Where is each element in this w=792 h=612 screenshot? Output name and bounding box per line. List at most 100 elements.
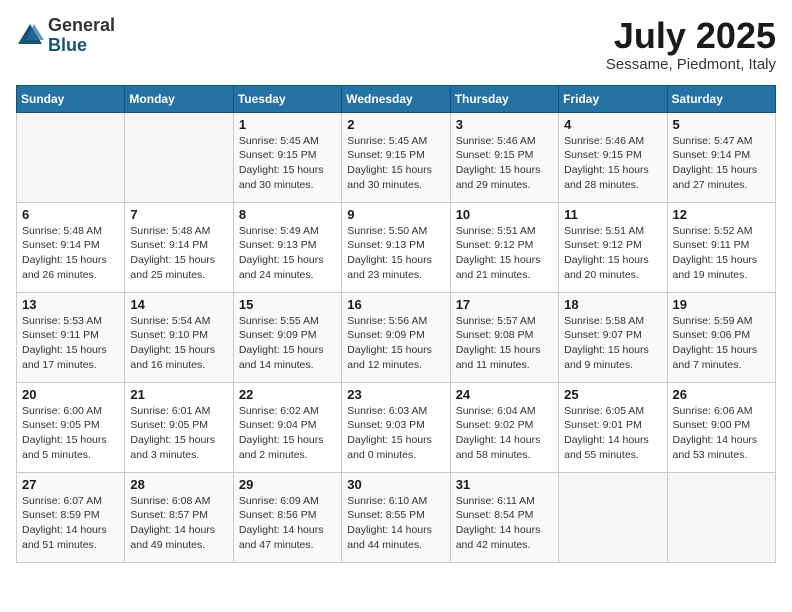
day-detail: Sunrise: 6:02 AM Sunset: 9:04 PM Dayligh… [239, 404, 336, 463]
day-detail: Sunrise: 6:01 AM Sunset: 9:05 PM Dayligh… [130, 404, 227, 463]
calendar-cell: 17 Sunrise: 5:57 AM Sunset: 9:08 PM Dayli… [450, 292, 558, 382]
day-number: 17 [456, 297, 553, 312]
logo-general: General [48, 16, 115, 36]
calendar-cell: 28 Sunrise: 6:08 AM Sunset: 8:57 PM Dayli… [125, 472, 233, 562]
day-detail: Sunrise: 5:55 AM Sunset: 9:09 PM Dayligh… [239, 314, 336, 373]
calendar-cell: 7 Sunrise: 5:48 AM Sunset: 9:14 PM Daylig… [125, 202, 233, 292]
day-number: 12 [673, 207, 770, 222]
calendar-cell: 15Sunrise: 5:55 AM Sunset: 9:09 PM Dayli… [233, 292, 341, 382]
day-detail: Sunrise: 6:10 AM Sunset: 8:55 PM Dayligh… [347, 494, 444, 553]
logo-blue: Blue [48, 36, 115, 56]
calendar-cell: 27Sunrise: 6:07 AM Sunset: 8:59 PM Dayli… [17, 472, 125, 562]
title-area: July 2025 Sessame, Piedmont, Italy [606, 16, 776, 73]
calendar-cell: 23 Sunrise: 6:03 AM Sunset: 9:03 PM Dayli… [342, 382, 450, 472]
calendar-cell: 16 Sunrise: 5:56 AM Sunset: 9:09 PM Dayli… [342, 292, 450, 382]
header-row: Sunday Monday Tuesday Wednesday Thursday… [17, 85, 776, 112]
day-number: 23 [347, 387, 444, 402]
day-number: 2 [347, 117, 444, 132]
day-detail: Sunrise: 6:11 AM Sunset: 8:54 PM Dayligh… [456, 494, 553, 553]
calendar-cell: 13Sunrise: 5:53 AM Sunset: 9:11 PM Dayli… [17, 292, 125, 382]
day-detail: Sunrise: 5:47 AM Sunset: 9:14 PM Dayligh… [673, 134, 770, 193]
day-detail: Sunrise: 5:46 AM Sunset: 9:15 PM Dayligh… [564, 134, 661, 193]
logo-icon [16, 22, 44, 50]
calendar-cell: 2 Sunrise: 5:45 AM Sunset: 9:15 PM Daylig… [342, 112, 450, 202]
day-number: 16 [347, 297, 444, 312]
day-number: 4 [564, 117, 661, 132]
day-number: 3 [456, 117, 553, 132]
day-number: 25 [564, 387, 661, 402]
col-tuesday: Tuesday [233, 85, 341, 112]
day-detail: Sunrise: 6:08 AM Sunset: 8:57 PM Dayligh… [130, 494, 227, 553]
day-detail: Sunrise: 5:58 AM Sunset: 9:07 PM Dayligh… [564, 314, 661, 373]
day-detail: Sunrise: 5:45 AM Sunset: 9:15 PM Dayligh… [347, 134, 444, 193]
day-detail: Sunrise: 5:59 AM Sunset: 9:06 PM Dayligh… [673, 314, 770, 373]
day-number: 1 [239, 117, 336, 132]
calendar-body: 1 Sunrise: 5:45 AM Sunset: 9:15 PM Daylig… [17, 112, 776, 562]
day-number: 24 [456, 387, 553, 402]
calendar-cell: 26 Sunrise: 6:06 AM Sunset: 9:00 PM Dayli… [667, 382, 775, 472]
day-number: 22 [239, 387, 336, 402]
day-detail: Sunrise: 5:48 AM Sunset: 9:14 PM Dayligh… [22, 224, 119, 283]
calendar-cell: 8 Sunrise: 5:49 AM Sunset: 9:13 PM Daylig… [233, 202, 341, 292]
day-number: 10 [456, 207, 553, 222]
day-detail: Sunrise: 5:48 AM Sunset: 9:14 PM Dayligh… [130, 224, 227, 283]
day-detail: Sunrise: 6:06 AM Sunset: 9:00 PM Dayligh… [673, 404, 770, 463]
calendar-cell [125, 112, 233, 202]
month-title: July 2025 [606, 16, 776, 56]
day-detail: Sunrise: 6:03 AM Sunset: 9:03 PM Dayligh… [347, 404, 444, 463]
day-number: 28 [130, 477, 227, 492]
day-number: 30 [347, 477, 444, 492]
day-number: 11 [564, 207, 661, 222]
day-number: 21 [130, 387, 227, 402]
day-detail: Sunrise: 5:51 AM Sunset: 9:12 PM Dayligh… [456, 224, 553, 283]
calendar-cell: 1Sunrise: 5:45 AM Sunset: 9:15 PM Daylig… [233, 112, 341, 202]
calendar-cell: 30 Sunrise: 6:10 AM Sunset: 8:55 PM Dayli… [342, 472, 450, 562]
day-number: 6 [22, 207, 119, 222]
day-detail: Sunrise: 6:09 AM Sunset: 8:56 PM Dayligh… [239, 494, 336, 553]
day-number: 7 [130, 207, 227, 222]
day-number: 8 [239, 207, 336, 222]
day-detail: Sunrise: 5:56 AM Sunset: 9:09 PM Dayligh… [347, 314, 444, 373]
logo-text: General Blue [48, 16, 115, 56]
col-thursday: Thursday [450, 85, 558, 112]
col-sunday: Sunday [17, 85, 125, 112]
calendar-cell: 9Sunrise: 5:50 AM Sunset: 9:13 PM Daylig… [342, 202, 450, 292]
calendar-cell [559, 472, 667, 562]
calendar-cell: 19 Sunrise: 5:59 AM Sunset: 9:06 PM Dayli… [667, 292, 775, 382]
calendar-header: Sunday Monday Tuesday Wednesday Thursday… [17, 85, 776, 112]
calendar-cell: 31 Sunrise: 6:11 AM Sunset: 8:54 PM Dayli… [450, 472, 558, 562]
day-number: 26 [673, 387, 770, 402]
day-number: 31 [456, 477, 553, 492]
day-detail: Sunrise: 6:04 AM Sunset: 9:02 PM Dayligh… [456, 404, 553, 463]
logo: General Blue [16, 16, 115, 56]
calendar-cell: 12 Sunrise: 5:52 AM Sunset: 9:11 PM Dayli… [667, 202, 775, 292]
calendar-cell: 25 Sunrise: 6:05 AM Sunset: 9:01 PM Dayli… [559, 382, 667, 472]
day-number: 29 [239, 477, 336, 492]
calendar-cell: 29 Sunrise: 6:09 AM Sunset: 8:56 PM Dayli… [233, 472, 341, 562]
day-detail: Sunrise: 6:05 AM Sunset: 9:01 PM Dayligh… [564, 404, 661, 463]
page-header: General Blue July 2025 Sessame, Piedmont… [16, 16, 776, 73]
calendar-cell: 21 Sunrise: 6:01 AM Sunset: 9:05 PM Dayli… [125, 382, 233, 472]
day-detail: Sunrise: 5:57 AM Sunset: 9:08 PM Dayligh… [456, 314, 553, 373]
day-number: 27 [22, 477, 119, 492]
calendar-week-5: 27Sunrise: 6:07 AM Sunset: 8:59 PM Dayli… [17, 472, 776, 562]
day-detail: Sunrise: 5:49 AM Sunset: 9:13 PM Dayligh… [239, 224, 336, 283]
day-detail: Sunrise: 5:54 AM Sunset: 9:10 PM Dayligh… [130, 314, 227, 373]
calendar-table: Sunday Monday Tuesday Wednesday Thursday… [16, 85, 776, 563]
col-wednesday: Wednesday [342, 85, 450, 112]
calendar-cell: 4 Sunrise: 5:46 AM Sunset: 9:15 PM Daylig… [559, 112, 667, 202]
calendar-week-1: 1 Sunrise: 5:45 AM Sunset: 9:15 PM Daylig… [17, 112, 776, 202]
day-number: 5 [673, 117, 770, 132]
day-detail: Sunrise: 5:51 AM Sunset: 9:12 PM Dayligh… [564, 224, 661, 283]
calendar-cell [667, 472, 775, 562]
col-saturday: Saturday [667, 85, 775, 112]
subtitle: Sessame, Piedmont, Italy [606, 56, 776, 73]
col-friday: Friday [559, 85, 667, 112]
day-number: 19 [673, 297, 770, 312]
col-monday: Monday [125, 85, 233, 112]
day-number: 20 [22, 387, 119, 402]
day-number: 14 [130, 297, 227, 312]
calendar-cell: 5 Sunrise: 5:47 AM Sunset: 9:14 PM Daylig… [667, 112, 775, 202]
day-detail: Sunrise: 5:52 AM Sunset: 9:11 PM Dayligh… [673, 224, 770, 283]
day-detail: Sunrise: 5:50 AM Sunset: 9:13 PM Dayligh… [347, 224, 444, 283]
